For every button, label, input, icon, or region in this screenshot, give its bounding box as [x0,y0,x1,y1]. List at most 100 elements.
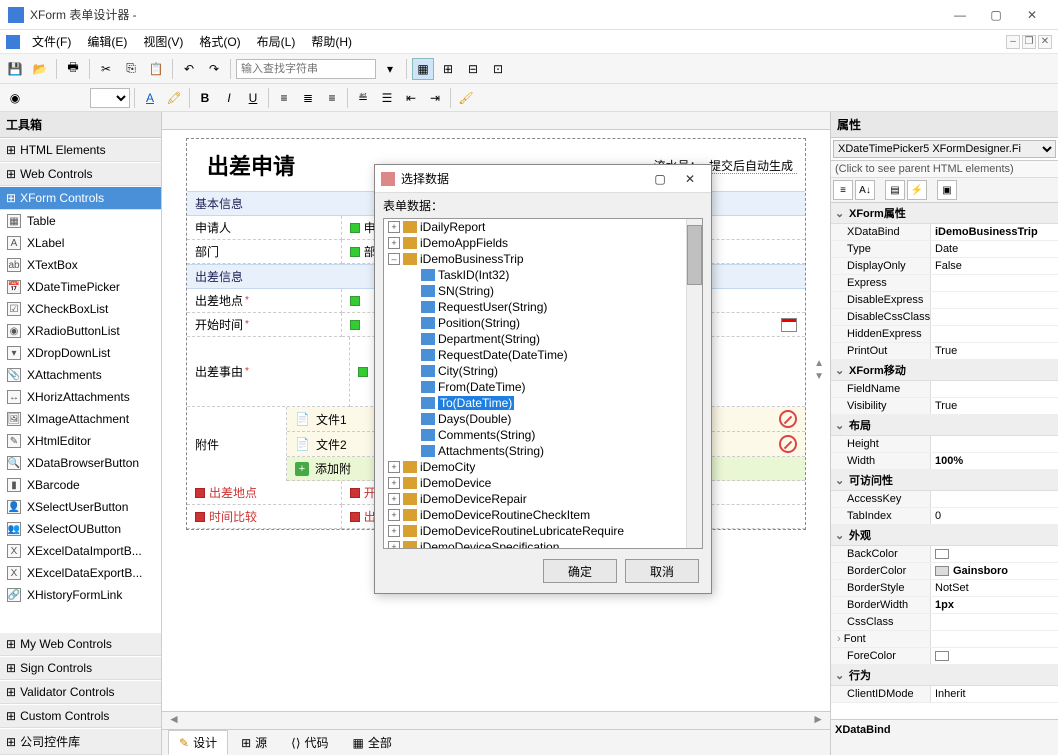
extra-icon[interactable]: ▣ [937,180,957,200]
expand-icon[interactable]: + [388,461,400,473]
alpha-sort-icon[interactable]: A↓ [855,180,875,200]
grid2-icon[interactable]: ⊞ [437,58,459,80]
toolbox-item[interactable]: ▾XDropDownList [0,342,161,364]
events-icon[interactable]: ⚡ [907,180,927,200]
tree-node[interactable]: To(DateTime) [384,395,702,411]
toolbox-item[interactable]: 🔗XHistoryFormLink [0,584,161,606]
property-row[interactable]: PrintOutTrue [831,343,1058,360]
tab-all[interactable]: ▦全部 [342,730,403,755]
tree-node[interactable]: +iDemoCity [384,459,702,475]
property-row[interactable]: BorderColorGainsboro [831,563,1058,580]
cut-icon[interactable]: ✂ [95,58,117,80]
property-row[interactable]: FieldName [831,381,1058,398]
form-title[interactable]: 出差申请 [195,141,307,189]
expand-icon[interactable]: + [388,493,400,505]
property-row[interactable]: BackColor [831,546,1058,563]
close-button[interactable]: ✕ [1014,3,1050,27]
menu-format[interactable]: 格式(O) [191,31,248,52]
toolbox-item[interactable]: ◉XRadioButtonList [0,320,161,342]
align-left-icon[interactable]: ≡ [273,87,295,109]
toolbox-group[interactable]: ⊞Web Controls [0,162,161,186]
toolbox-item[interactable]: ☑XCheckBoxList [0,298,161,320]
property-row[interactable]: AccessKey [831,491,1058,508]
property-row[interactable]: › Font [831,631,1058,648]
expand-icon[interactable]: + [388,525,400,537]
toolbox-group[interactable]: ⊞Custom Controls [0,704,161,728]
property-category[interactable]: ⌄外观 [831,525,1058,546]
undo-icon[interactable]: ↶ [178,58,200,80]
property-row[interactable]: DisplayOnlyFalse [831,258,1058,275]
toolbox-item[interactable]: 🔍XDataBrowserButton [0,452,161,474]
italic-icon[interactable]: I [218,87,240,109]
save-icon[interactable]: 💾 [4,58,26,80]
tree-node[interactable]: +iDemoDeviceSpecification [384,539,702,549]
toolbox-item[interactable]: ▦Table [0,210,161,232]
tree-node[interactable]: +iDemoDevice [384,475,702,491]
property-selector[interactable]: XDateTimePicker5 XFormDesigner.Fi [831,138,1058,161]
toolbox-item[interactable]: XXExcelDataImportB... [0,540,161,562]
toolbox-group[interactable]: ⊞Validator Controls [0,680,161,704]
expand-icon[interactable]: + [388,221,400,233]
font-size-combo[interactable] [90,88,130,108]
open-icon[interactable]: 📂 [29,58,51,80]
toolbox-group[interactable]: ⊞HTML Elements [0,138,161,162]
dialog-close-icon[interactable]: ✕ [675,168,705,190]
toolbox-item[interactable]: 👤XSelectUserButton [0,496,161,518]
tree-node[interactable]: Attachments(String) [384,443,702,459]
toolbox-item[interactable]: abXTextBox [0,254,161,276]
expand-icon[interactable]: + [388,541,400,549]
property-category[interactable]: ⌄行为 [831,665,1058,686]
tree-node[interactable]: –iDemoBusinessTrip [384,251,702,267]
collapse-icon[interactable]: ⌄ [835,364,845,377]
tree-node[interactable]: Position(String) [384,315,702,331]
component-select[interactable]: XDateTimePicker5 XFormDesigner.Fi [833,140,1056,158]
bold-icon[interactable]: B [194,87,216,109]
property-row[interactable]: TypeDate [831,241,1058,258]
collapse-icon[interactable]: ⌄ [835,207,845,220]
ok-button[interactable]: 确定 [543,559,617,583]
serial-value[interactable]: 提交后自动生成 [705,159,797,174]
property-category[interactable]: ⌄XForm属性 [831,203,1058,224]
property-row[interactable]: BorderWidth1px [831,597,1058,614]
calendar-icon[interactable] [781,318,797,332]
tree-node[interactable]: Department(String) [384,331,702,347]
toolbox-item[interactable]: AXLabel [0,232,161,254]
property-row[interactable]: ForeColor [831,648,1058,665]
menu-layout[interactable]: 布局(L) [249,31,304,52]
toolbox-item[interactable]: ✎XHtmlEditor [0,430,161,452]
property-row[interactable]: XDataBindiDemoBusinessTrip [831,224,1058,241]
property-row[interactable]: Height [831,436,1058,453]
grid-icon[interactable]: ▦ [412,58,434,80]
property-row[interactable]: DisableExpress [831,292,1058,309]
property-row[interactable]: Width100% [831,453,1058,470]
toolbox-item[interactable]: ▮XBarcode [0,474,161,496]
tree-node[interactable]: RequestDate(DateTime) [384,347,702,363]
property-row[interactable]: BorderStyleNotSet [831,580,1058,597]
maximize-button[interactable]: ▢ [978,3,1014,27]
print-icon[interactable]: 🖶 [62,58,84,80]
tree-node[interactable]: City(String) [384,363,702,379]
tree-node[interactable]: From(DateTime) [384,379,702,395]
property-grid[interactable]: ⌄XForm属性XDataBindiDemoBusinessTripTypeDa… [831,203,1058,719]
toolbox-group[interactable]: ⊞My Web Controls [0,632,161,656]
tree-vscroll[interactable] [686,219,702,548]
data-tree[interactable]: +iDailyReport+iDemoAppFields–iDemoBusine… [383,218,703,549]
minimize-button[interactable]: — [942,3,978,27]
forecolor-icon[interactable]: A [139,87,161,109]
list-bullet-icon[interactable]: ☰ [376,87,398,109]
collapse-icon[interactable]: ⌄ [835,529,845,542]
tree-node[interactable]: +iDemoDeviceRepair [384,491,702,507]
dropdown-icon[interactable]: ▾ [379,58,401,80]
brush-icon[interactable]: 🖌 [455,87,477,109]
tree-node[interactable]: +iDailyReport [384,219,702,235]
tree-node[interactable]: +iDemoAppFields [384,235,702,251]
tab-code[interactable]: ⟨⟩代码 [280,730,339,755]
property-category[interactable]: ⌄可访问性 [831,470,1058,491]
toolbox-item[interactable]: 👥XSelectOUButton [0,518,161,540]
property-category[interactable]: ⌄布局 [831,415,1058,436]
tree-node[interactable]: +iDemoDeviceRoutineLubricateRequire [384,523,702,539]
menu-edit[interactable]: 编辑(E) [79,31,135,52]
expand-icon[interactable]: – [388,253,400,265]
toolbox-item[interactable]: 📎XAttachments [0,364,161,386]
categorized-icon[interactable]: ≡ [833,180,853,200]
